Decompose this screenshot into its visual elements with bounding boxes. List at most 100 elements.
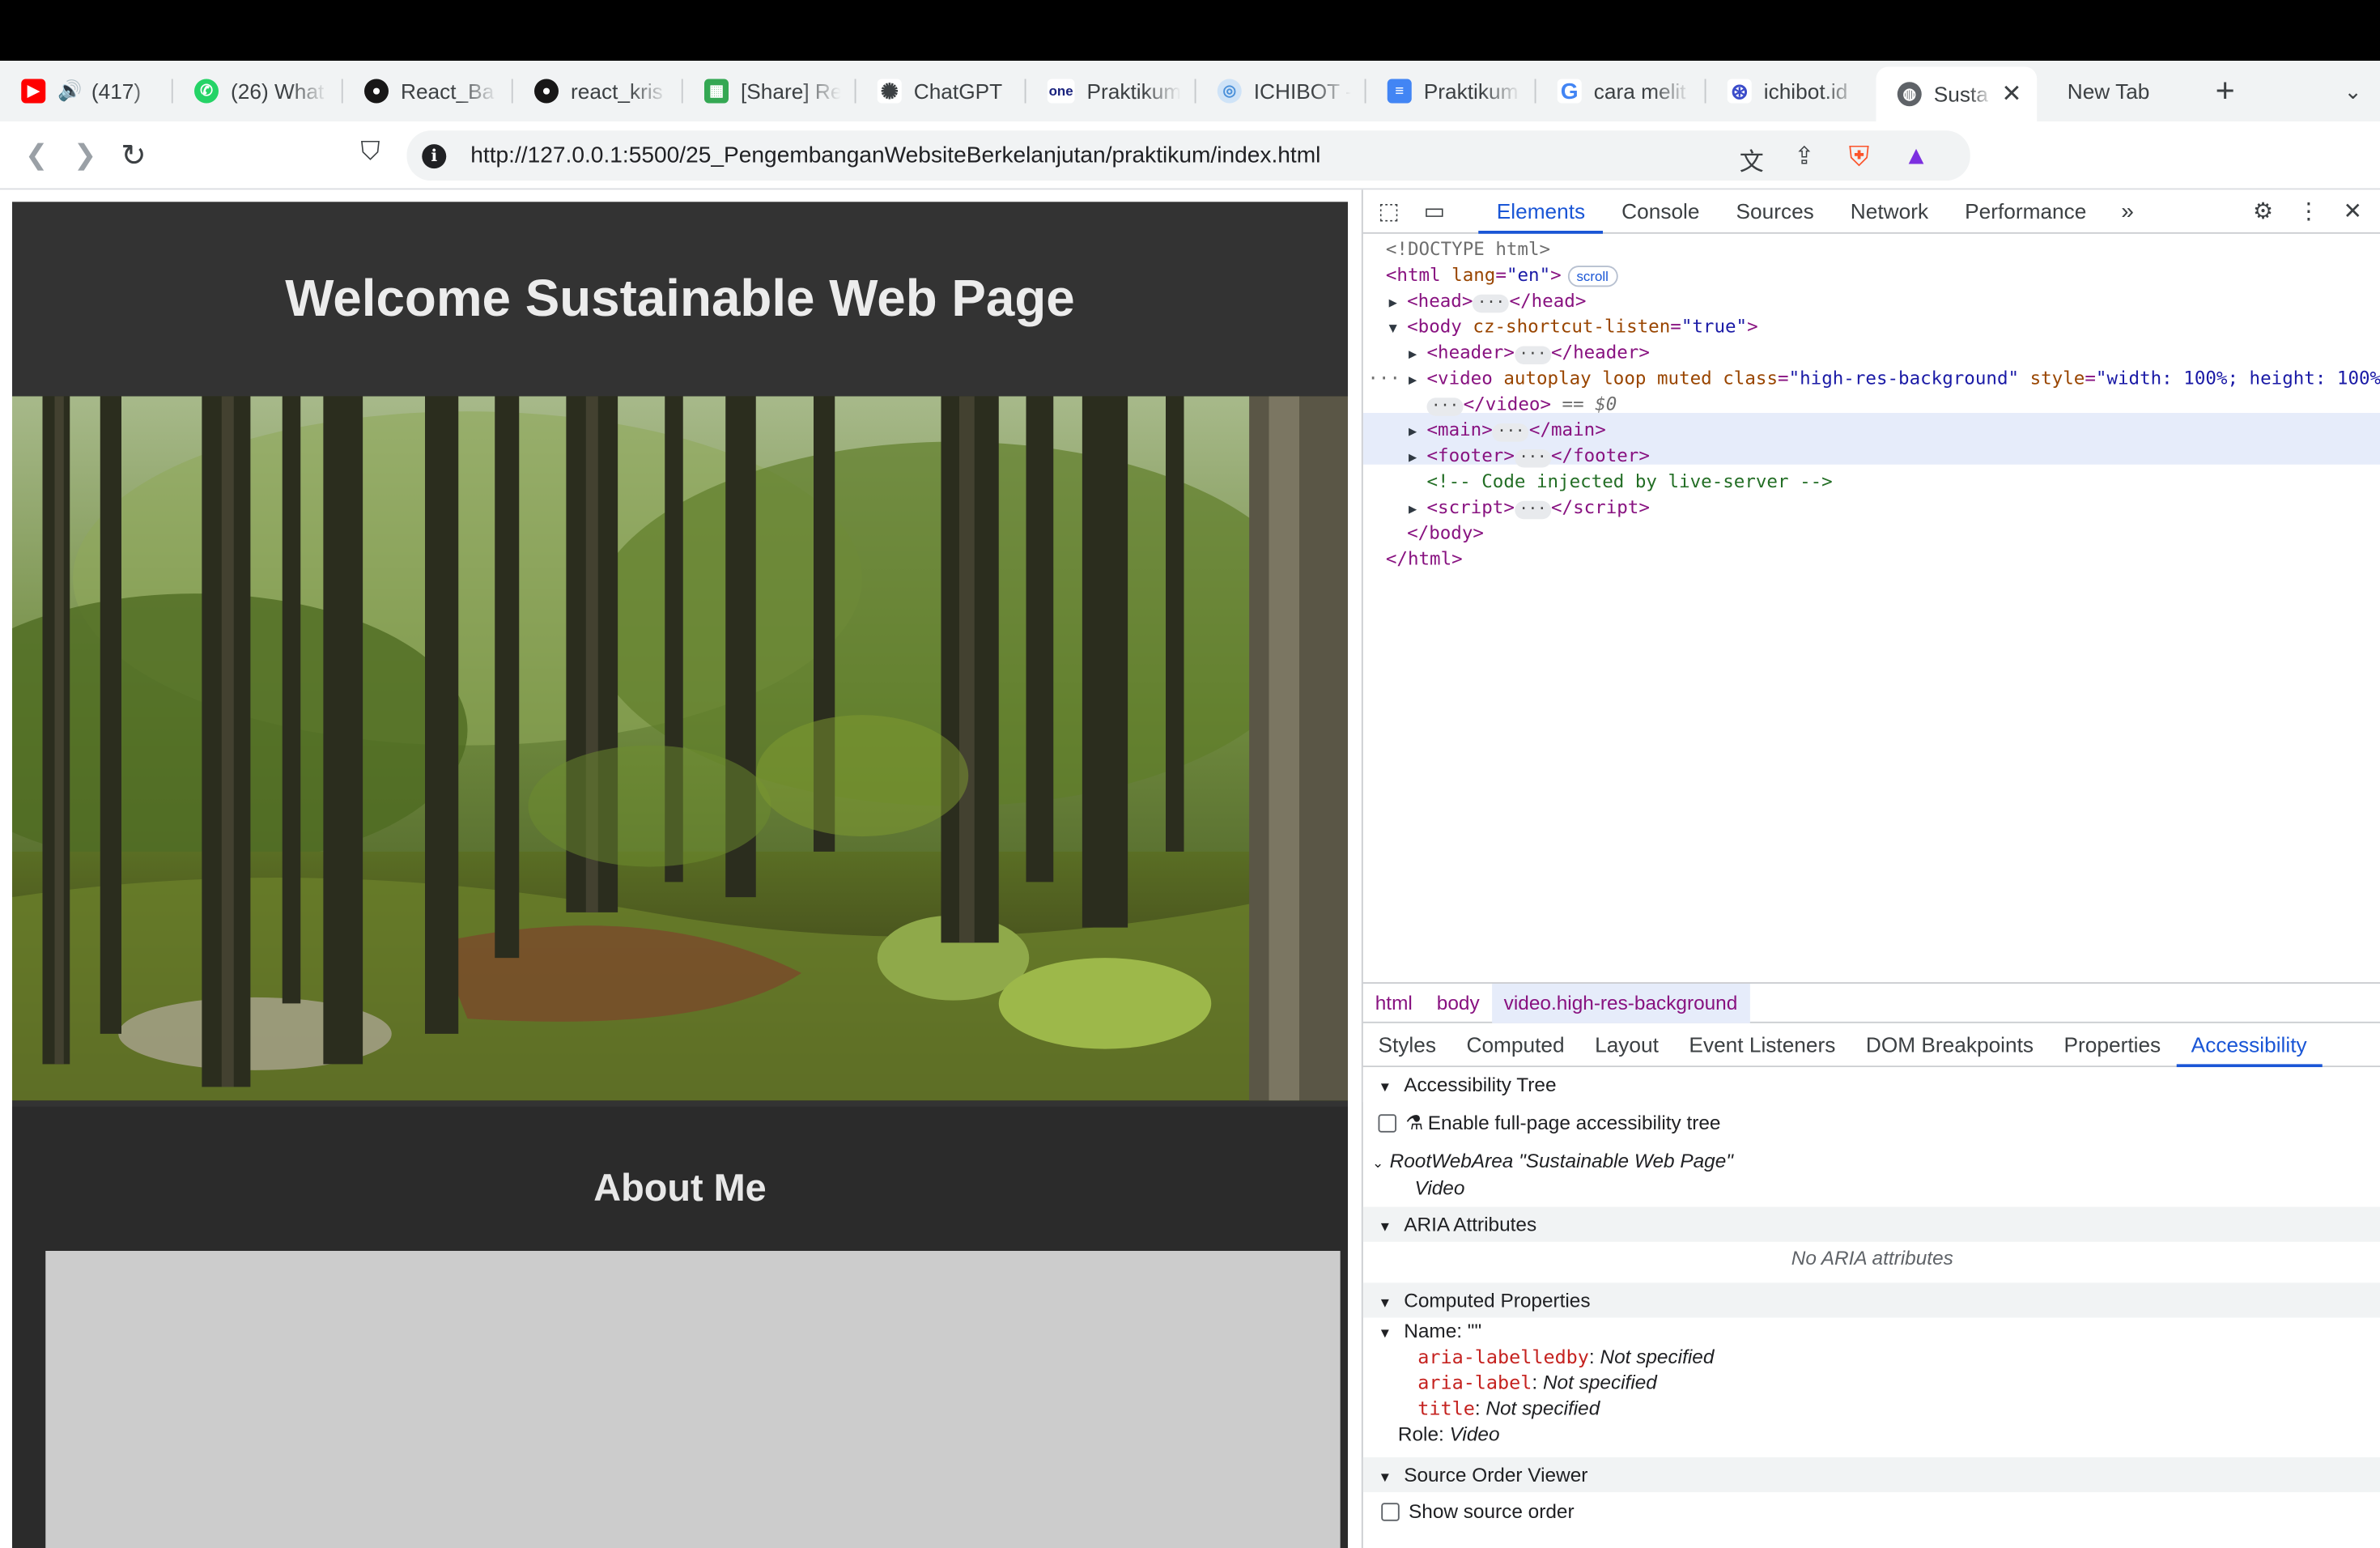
globe-icon: ◍ [1897,82,1922,107]
device-toolbar-icon[interactable]: ▭ [1412,198,1457,225]
dom-html-node[interactable]: <html lang="en"> scroll [1386,262,1618,288]
tab-github-react-kris[interactable]: ● react_kris [513,67,683,116]
aria-attributes-header[interactable]: ▼ ARIA Attributes [1362,1206,2380,1242]
expand-triangle-icon[interactable]: ▶ [1409,343,1427,369]
root-web-area-node[interactable]: ⌄ RootWebArea "Sustainable Web Page" [1372,1149,1733,1172]
tab-sustainable-active[interactable]: ◍ Susta ✕ [1876,66,2038,121]
chatgpt-icon: ✺ [877,79,902,104]
collapse-triangle-icon: ⌄ [1372,1155,1384,1171]
subtab-accessibility[interactable]: Accessibility [2175,1023,2323,1067]
close-tab-icon[interactable]: ✕ [2001,79,2021,110]
tab-whatsapp[interactable]: ✆ (26) What [173,67,343,116]
expand-triangle-icon[interactable]: ▶ [1409,446,1427,472]
brave-shields-icon[interactable]: ⛨ [1849,141,1869,172]
name-property-row[interactable]: ▼ Name: "" [1379,1319,1482,1342]
devtools-tabs: ⬚ ▭ Elements Console Sources Network Per… [1362,189,2380,234]
inspect-element-icon[interactable]: ⬚ [1366,198,1412,225]
tab-network[interactable]: Network [1832,189,1946,232]
collapse-triangle-icon[interactable]: ▼ [1389,317,1408,343]
forest-scene-image [12,396,1348,1101]
tab-youtube[interactable]: ▶ 🔊 (417) [0,67,173,116]
one-icon: one [1047,79,1075,104]
subtab-layout[interactable]: Layout [1579,1023,1673,1066]
tab-console[interactable]: Console [1604,189,1718,232]
more-options-icon[interactable]: ⋮ [2286,198,2331,225]
dom-doctype[interactable]: <!DOCTYPE html> [1386,237,1550,263]
tab-performance[interactable]: Performance [1947,189,2105,232]
subtab-properties[interactable]: Properties [2049,1023,2176,1066]
tab-sources[interactable]: Sources [1718,189,1832,232]
expand-triangle-icon[interactable]: ▶ [1409,498,1427,524]
ichibot-icon: ⊛ [1727,79,1752,104]
more-tabs-icon[interactable]: » [2105,198,2150,224]
dom-video-close[interactable]: ··· </video> == $0 [1426,392,1617,418]
brave-rewards-icon[interactable]: ▲ [1903,141,1929,172]
reload-icon[interactable]: ↻ [109,136,158,174]
address-bar[interactable]: i http://127.0.0.1:5500/25_PengembanganW… [406,130,1970,181]
breadcrumb-body[interactable]: body [1425,983,1492,1023]
site-info-icon[interactable]: i [422,143,447,168]
url-text[interactable]: http://127.0.0.1:5500/25_PengembanganWeb… [470,142,1320,168]
dom-footer-node[interactable]: ▶ <footer> ··· </footer> [1409,444,1650,470]
source-order-viewer-header[interactable]: ▼ Source Order Viewer [1362,1457,2380,1493]
scroll-badge[interactable]: scroll [1567,266,1618,287]
expand-triangle-icon[interactable]: ▶ [1409,369,1427,395]
tab-praktikum-docs[interactable]: ≡ Praktikum [1366,67,1536,116]
github-icon: ● [364,79,389,104]
subtab-computed[interactable]: Computed [1451,1023,1580,1066]
tab-elements[interactable]: Elements [1478,189,1604,233]
github-icon: ● [534,79,559,104]
page-viewport: Welcome Sustainable Web Page About Me [0,189,1362,1548]
translate-icon[interactable]: 文 [1740,141,1764,177]
computed-properties-header[interactable]: ▼ Computed Properties [1362,1282,2380,1318]
docs-icon: ≡ [1387,79,1412,104]
enable-full-tree-row[interactable]: ⚗ Enable full-page accessibility tree [1378,1112,1720,1136]
video-ax-node[interactable]: Video [1415,1176,1465,1199]
tab-ichibot-id[interactable]: ⊛ ichibot.id [1706,67,1876,116]
new-tab-plus-icon[interactable]: + [2198,71,2253,111]
role-row: Role: Video [1397,1422,1500,1445]
share-icon[interactable]: ⇪ [1794,141,1814,172]
forward-icon[interactable]: ❯ [61,139,109,171]
tab-ichibot[interactable]: ◎ ICHIBOT - [1196,67,1366,116]
dom-script-node[interactable]: ▶ <script> ··· </script> [1409,495,1650,521]
accessibility-pane: ▼ Accessibility Tree ⚗ Enable full-page ac… [1362,1067,2380,1548]
tab-chatgpt[interactable]: ✺ ChatGPT [856,67,1026,116]
breadcrumb-html[interactable]: html [1363,983,1425,1023]
show-source-order-row[interactable]: Show source order [1381,1500,1575,1523]
dom-body-close[interactable]: </body> [1407,521,1484,546]
tab-praktikum-one[interactable]: one Praktikum [1026,67,1196,116]
browser-toolbar: ❮ ❯ ↻ ⛉ i http://127.0.0.1:5500/25_Penge… [0,121,2380,290]
dom-comment[interactable]: <!-- Code injected by live-server --> [1427,469,1833,495]
tab-sheets-share[interactable]: ▦ [Share] Re [683,67,856,116]
subtab-styles[interactable]: Styles [1363,1023,1451,1066]
dom-body-node[interactable]: ▼ <body cz-shortcut-listen="true"> [1389,314,1758,340]
forest-video-background[interactable] [12,396,1348,1101]
whatsapp-icon: ✆ [194,79,219,104]
tab-google-search[interactable]: G cara melit [1536,67,1706,116]
dom-main-node[interactable]: ▶ <main> ··· </main> [1409,418,1606,444]
tab-search-chevron-icon[interactable]: ⌄ [2344,79,2361,105]
dom-head-node[interactable]: ▶ <head> ··· </head> [1389,288,1586,317]
close-devtools-icon[interactable]: ✕ [2330,198,2375,225]
bookmark-icon[interactable]: ⛉ [346,137,395,168]
accessibility-tree-header[interactable]: ▼ Accessibility Tree [1362,1067,2380,1103]
dom-header-node[interactable]: ▶ <header> ··· </header> [1409,340,1650,366]
settings-gear-icon[interactable]: ⚙ [2241,198,2286,225]
dom-html-close[interactable]: </html> [1386,546,1463,572]
dom-video-node[interactable]: ··· ▶ <video autoplay loop muted class="hi… [1367,366,2380,392]
aria-label-row: aria-label: Not specified [1417,1371,1657,1394]
tab-strip: ▶ 🔊 (417) ✆ (26) What ● React_Ba ● react… [0,61,2380,121]
subtab-dom-breakpoints[interactable]: DOM Breakpoints [1851,1023,2049,1066]
subtab-event-listeners[interactable]: Event Listeners [1674,1023,1851,1066]
expand-triangle-icon[interactable]: ▶ [1409,420,1427,446]
show-source-order-checkbox[interactable] [1381,1503,1400,1521]
tab-new-tab[interactable]: New Tab [2037,67,2198,116]
tab-github-react-ba[interactable]: ● React_Ba [343,67,513,116]
back-icon[interactable]: ❮ [12,139,61,171]
expand-triangle-icon[interactable]: ▶ [1389,291,1408,317]
collapse-triangle-icon: ▼ [1378,1218,1392,1235]
enable-full-tree-checkbox[interactable] [1378,1114,1396,1133]
speaker-icon[interactable]: 🔊 [57,79,82,104]
breadcrumb-video[interactable]: video.high-res-background [1491,983,1750,1023]
